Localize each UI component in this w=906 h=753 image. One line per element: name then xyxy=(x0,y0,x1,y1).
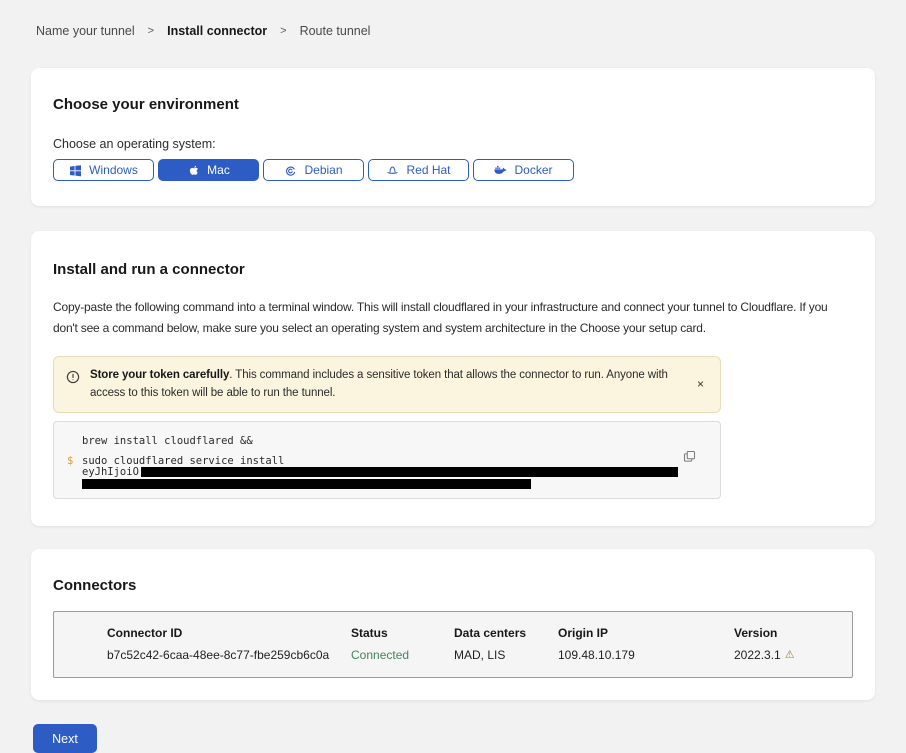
command-line-1: brew install cloudflared && xyxy=(82,436,680,447)
shell-prompt: $ xyxy=(67,456,73,467)
header-origin-ip: Origin IP xyxy=(558,626,734,640)
apple-logo-icon xyxy=(187,164,200,177)
status-badge: Connected xyxy=(351,648,454,662)
copy-icon[interactable] xyxy=(681,448,698,465)
os-button-mac[interactable]: Mac xyxy=(158,159,259,181)
os-button-label: Windows xyxy=(89,163,138,177)
cell-data-centers: MAD, LIS xyxy=(454,648,558,662)
os-select-label: Choose an operating system: xyxy=(53,137,853,151)
os-button-redhat[interactable]: Red Hat xyxy=(368,159,469,181)
terminal-command-block: $ brew install cloudflared && sudo cloud… xyxy=(53,421,721,499)
install-connector-card: Install and run a connector Copy-paste t… xyxy=(31,231,875,526)
os-button-label: Docker xyxy=(514,163,552,177)
breadcrumb-separator: > xyxy=(148,25,154,37)
cell-connector-id: b7c52c42-6caa-48ee-8c77-fbe259cb6c0a xyxy=(107,648,351,662)
token-prefix: eyJhIjoiO xyxy=(82,466,139,478)
version-value: 2022.3.1 xyxy=(734,648,781,662)
os-button-docker[interactable]: Docker xyxy=(473,159,574,181)
card-title: Choose your environment xyxy=(53,96,853,113)
os-button-label: Debian xyxy=(304,163,342,177)
connectors-card: Connectors Connector ID Status Data cent… xyxy=(31,549,875,700)
header-version: Version xyxy=(734,626,842,640)
docker-logo-icon xyxy=(494,164,507,177)
next-button[interactable]: Next xyxy=(33,724,97,753)
warning-triangle-icon: ⚠ xyxy=(785,650,795,661)
header-data-centers: Data centers xyxy=(454,626,558,640)
command-line-2: sudo cloudflared service install xyxy=(82,456,680,467)
breadcrumb: Name your tunnel > Install connector > R… xyxy=(0,0,906,38)
breadcrumb-item-install-connector[interactable]: Install connector xyxy=(167,24,267,38)
os-button-label: Mac xyxy=(207,163,230,177)
choose-environment-card: Choose your environment Choose an operat… xyxy=(31,68,875,206)
close-icon[interactable]: × xyxy=(693,376,708,392)
command-token-line: eyJhIjoiO xyxy=(82,467,680,478)
breadcrumb-separator: > xyxy=(280,25,286,37)
redacted-token-bar xyxy=(82,479,531,489)
cell-origin-ip: 109.48.10.179 xyxy=(558,648,734,662)
os-button-windows[interactable]: Windows xyxy=(53,159,154,181)
os-button-group: Windows Mac Debian xyxy=(53,159,853,181)
breadcrumb-item-route-tunnel[interactable]: Route tunnel xyxy=(300,24,371,38)
header-connector-id: Connector ID xyxy=(107,626,351,640)
card-title: Connectors xyxy=(53,577,853,594)
token-warning-banner: Store your token carefully. This command… xyxy=(53,356,721,414)
table-header-row: Connector ID Status Data centers Origin … xyxy=(107,626,842,640)
alert-circle-icon xyxy=(66,370,80,384)
redhat-logo-icon xyxy=(386,164,399,177)
os-button-label: Red Hat xyxy=(406,163,450,177)
connectors-table: Connector ID Status Data centers Origin … xyxy=(53,611,853,678)
card-title: Install and run a connector xyxy=(53,261,853,278)
cell-version: 2022.3.1 ⚠ xyxy=(734,648,842,662)
redacted-token-bar xyxy=(141,467,678,477)
os-button-debian[interactable]: Debian xyxy=(263,159,364,181)
debian-logo-icon xyxy=(284,164,297,177)
header-status: Status xyxy=(351,626,454,640)
table-row: b7c52c42-6caa-48ee-8c77-fbe259cb6c0a Con… xyxy=(107,648,842,662)
install-description: Copy-paste the following command into a … xyxy=(53,297,853,339)
warning-message: Store your token carefully. This command… xyxy=(90,366,683,404)
breadcrumb-item-name-your-tunnel[interactable]: Name your tunnel xyxy=(36,24,135,38)
warning-bold-text: Store your token carefully xyxy=(90,369,229,381)
windows-logo-icon xyxy=(69,164,82,177)
